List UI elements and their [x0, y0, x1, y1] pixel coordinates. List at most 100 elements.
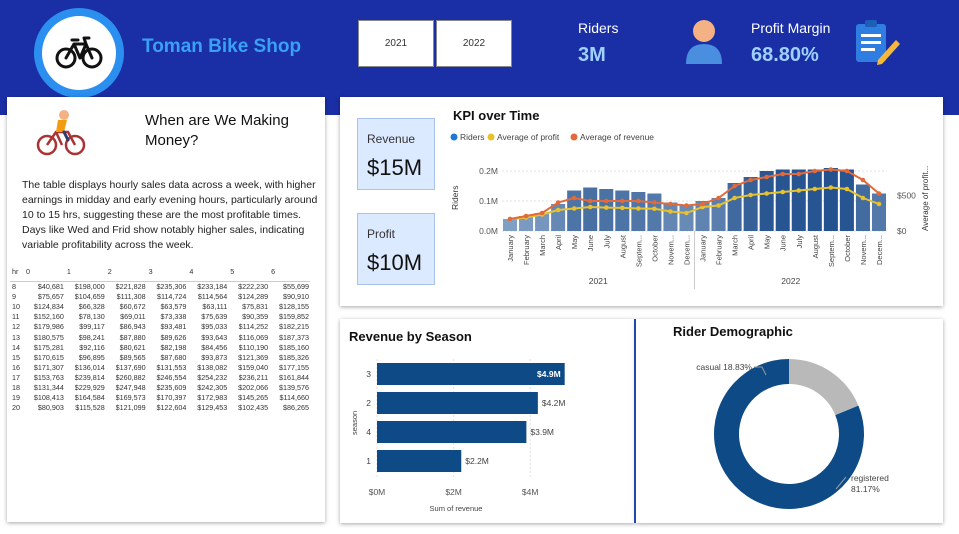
profit-point [748, 192, 753, 198]
riders-value: 3M [578, 44, 606, 66]
year-button-2022[interactable]: 2022 [436, 20, 512, 67]
table-cell: $153,763 [33, 372, 64, 382]
table-cell: $90,359 [242, 312, 269, 322]
table-cell: $63,111 [202, 302, 228, 312]
legend-label: Average of profit [497, 132, 560, 142]
y-tick-label: 0.2M [479, 166, 498, 176]
table-cell: $121,369 [238, 352, 269, 362]
table-row: 8 $40,681 $198,000 $221,828 $235,306 $233,184… [10, 282, 310, 292]
legend-marker [487, 133, 495, 141]
riders-bar [743, 177, 758, 231]
table-cell: $179,986 [33, 322, 64, 332]
revenue-point [796, 171, 802, 177]
table-cell: $63,579 [160, 302, 187, 312]
casual-label: casual 18.83% [696, 362, 752, 372]
table-cell: $93,873 [201, 352, 228, 362]
table-cell: 12 [12, 322, 20, 332]
x-tick-label: April [747, 235, 756, 250]
profit-point [828, 185, 834, 190]
table-cell: $89,565 [119, 352, 146, 362]
x-tick-label: Decem... [682, 235, 691, 265]
table-cell: $233,184 [197, 282, 228, 292]
x-tick-label: Septem... [634, 235, 643, 267]
x-tick-label: April [554, 235, 563, 250]
table-cell: $198,000 [74, 282, 105, 292]
table-cell: 20 [12, 403, 20, 413]
table-cell: $171,307 [33, 362, 64, 372]
table-cell: $114,564 [197, 292, 228, 302]
revenue-point [844, 168, 850, 174]
table-cell: $110,190 [238, 342, 269, 352]
y-axis-label: Riders [450, 185, 460, 210]
table-cell: $114,660 [279, 393, 309, 403]
year-button-2021[interactable]: 2021 [358, 20, 434, 67]
table-cell: $114,252 [238, 322, 269, 332]
table-cell: $75,639 [201, 312, 228, 322]
table-cell: $260,882 [115, 372, 146, 382]
hourly-sales-panel: When are We Making Money? The table disp… [7, 97, 325, 522]
x-tick-label: $0M [369, 487, 386, 497]
x-tick-label: January [699, 235, 708, 262]
table-cell: $164,584 [74, 393, 105, 403]
revenue-point [668, 201, 673, 207]
table-cell: $87,680 [160, 352, 187, 362]
table-cell: $60,672 [119, 302, 146, 312]
table-header-cell: 0 [24, 267, 65, 282]
x-tick-label: Septem... [827, 235, 836, 267]
x-tick-label: March [731, 235, 740, 256]
table-cell: $108,413 [33, 393, 64, 403]
x-tick-label: March [538, 235, 547, 256]
table-header-cell: 6 [269, 267, 310, 282]
profit-point [764, 191, 769, 196]
table-cell: $170,615 [33, 352, 64, 362]
x-tick-label: Decem... [875, 235, 884, 265]
data-label: $3.9M [530, 427, 554, 437]
revenue-point [812, 168, 818, 174]
x-tick-label: October [843, 235, 852, 262]
table-cell: $80,903 [37, 403, 64, 413]
table-cell: $82,198 [160, 342, 187, 352]
table-cell: $229,929 [74, 382, 105, 392]
riders-bar [679, 205, 694, 231]
season-bar [377, 421, 527, 443]
riders-bar [631, 192, 646, 231]
table-cell: $161,844 [279, 372, 309, 382]
table-cell: $131,344 [33, 382, 64, 392]
table-cell: $99,117 [79, 322, 105, 332]
table-cell: 15 [12, 352, 20, 362]
table-cell: $242,305 [197, 382, 228, 392]
kpi-over-time-panel: Revenue $15M Profit $10M KPI over Time R… [340, 97, 943, 306]
table-row: 14 $175,281 $92,116 $80,621 $82,198 $84,456 $1… [10, 342, 310, 352]
y-tick-label: 2 [366, 398, 371, 408]
revenue-point [780, 171, 786, 177]
profit-value: $10M [367, 250, 423, 275]
revenue-point [828, 167, 834, 172]
table-cell: $124,834 [33, 302, 64, 312]
table-cell: $86,943 [119, 322, 146, 332]
table-cell: $239,814 [74, 372, 105, 382]
registered-value: 81.17% [851, 484, 880, 494]
data-label: $4.2M [542, 398, 566, 408]
panel-description: The table displays hourly sales data acr… [22, 179, 318, 251]
table-cell: $177,155 [279, 362, 309, 372]
profit-point [668, 209, 673, 214]
season-bar-chart: $0M $2M $4M 3 $4.9M 2 $4.2M 4 $3.9M 1 $2.2M Sum of … [350, 359, 566, 513]
table-cell: $66,328 [78, 302, 105, 312]
x-tick-label: January [506, 235, 515, 262]
panel-divider [634, 319, 636, 523]
cyclist-icon [36, 110, 86, 156]
table-cell: $137,690 [115, 362, 146, 372]
revenue-value: $15M [367, 155, 423, 180]
y-tick-label: 0.0M [479, 226, 498, 236]
riders-bar [599, 189, 614, 231]
table-cell: $152,160 [33, 312, 64, 322]
table-cell: $128,155 [279, 302, 309, 312]
table-cell: 10 [12, 302, 20, 312]
riders-bar [647, 193, 662, 231]
table-cell: $111,308 [116, 292, 146, 302]
profit-point [732, 195, 737, 201]
table-cell: 18 [12, 382, 20, 392]
data-label: $4.9M [537, 369, 561, 379]
table-cell: $89,626 [160, 332, 187, 342]
legend-label: Riders [460, 132, 485, 142]
